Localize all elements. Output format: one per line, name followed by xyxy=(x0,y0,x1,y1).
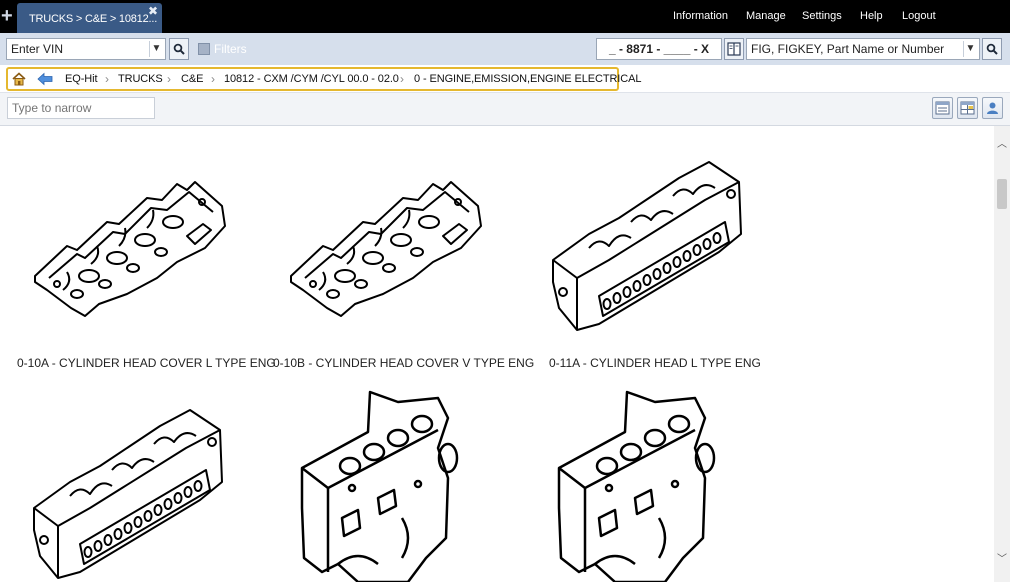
part-search-input[interactable]: FIG, FIGKEY, Part Name or Number ▼ xyxy=(746,38,980,60)
cylinder-head-drawing-icon xyxy=(552,161,742,331)
book-icon xyxy=(727,42,741,56)
breadcrumb-chevron-icon: › xyxy=(167,72,171,86)
list-view-button[interactable] xyxy=(932,97,953,119)
scroll-down-icon[interactable]: ﹀ xyxy=(997,555,1007,565)
chevron-down-icon[interactable]: ▼ xyxy=(963,41,977,57)
illustration-card[interactable] xyxy=(555,388,805,582)
engine-block-drawing-icon xyxy=(300,390,459,582)
engine-block-drawing-icon xyxy=(557,390,716,582)
search-icon xyxy=(986,43,998,55)
search-bar: Enter VIN ▼ Filters _ - 8871 - ____ - X … xyxy=(0,33,1010,65)
illustration-card[interactable] xyxy=(298,388,548,582)
illustration-card[interactable] xyxy=(30,404,280,582)
grid-view-icon xyxy=(960,101,975,115)
breadcrumb-chevron-icon: › xyxy=(400,72,404,86)
breadcrumb-item-trucks[interactable]: TRUCKS xyxy=(118,73,163,85)
vin-search-button[interactable] xyxy=(169,38,189,60)
cylinder-head-cover-drawing-icon xyxy=(290,181,482,317)
narrow-input[interactable] xyxy=(7,97,155,119)
tab-active[interactable]: TRUCKS > C&E > 10812... ✖ xyxy=(17,3,162,33)
illustration-label[interactable]: 0-11A - CYLINDER HEAD L TYPE ENG xyxy=(549,356,761,370)
breadcrumb-item-ce[interactable]: C&E xyxy=(181,73,203,85)
breadcrumb-item-model[interactable]: 10812 - CXM /CYM /CYL 00.0 - 02.0 xyxy=(224,73,399,85)
back-arrow-icon[interactable] xyxy=(37,72,53,86)
illustration-label[interactable]: 0-10B - CYLINDER HEAD COVER V TYPE ENG xyxy=(273,356,534,370)
model-code-input[interactable]: _ - 8871 - ____ - X xyxy=(596,38,722,60)
vin-input[interactable]: Enter VIN ▼ xyxy=(6,38,166,60)
illustration-card[interactable]: 0-10B - CYLINDER HEAD COVER V TYPE ENG xyxy=(273,166,534,370)
breadcrumb-row: EQ-Hit › TRUCKS › C&E › 10812 - CXM /CYM… xyxy=(0,65,1010,93)
breadcrumb: EQ-Hit › TRUCKS › C&E › 10812 - CXM /CYM… xyxy=(6,67,641,91)
breadcrumb-chevron-icon: › xyxy=(105,72,109,86)
cylinder-head-drawing-icon xyxy=(33,409,223,579)
vertical-scrollbar[interactable]: ︿ ﹀ xyxy=(994,126,1010,582)
part-search-button[interactable] xyxy=(982,38,1002,60)
nav-settings[interactable]: Settings xyxy=(802,10,842,22)
illustration-card[interactable]: 0-10A - CYLINDER HEAD COVER L TYPE ENG xyxy=(17,166,276,370)
scroll-thumb[interactable] xyxy=(997,179,1007,209)
close-tab-icon[interactable]: ✖ xyxy=(148,4,158,18)
top-bar: + TRUCKS > C&E > 10812... ✖ Information … xyxy=(0,0,1010,33)
illustration-card[interactable]: 0-11A - CYLINDER HEAD L TYPE ENG xyxy=(549,156,799,370)
breadcrumb-chevron-icon: › xyxy=(211,72,215,86)
filters-label[interactable]: Filters xyxy=(214,42,247,56)
vin-input-value: Enter VIN xyxy=(11,42,64,56)
nav-help[interactable]: Help xyxy=(860,10,883,22)
illustration-label[interactable]: 0-10A - CYLINDER HEAD COVER L TYPE ENG xyxy=(17,356,276,370)
home-icon[interactable] xyxy=(11,71,27,87)
tab-label: TRUCKS > C&E > 10812... xyxy=(29,13,158,25)
catalog-book-button[interactable] xyxy=(724,38,744,60)
breadcrumb-item-eq-hit[interactable]: EQ-Hit xyxy=(65,73,98,85)
illustration-grid: 0-10A - CYLINDER HEAD COVER L TYPE ENG 0… xyxy=(0,126,994,582)
breadcrumb-item-engine[interactable]: 0 - ENGINE,EMISSION,ENGINE ELECTRICAL xyxy=(414,73,641,85)
new-tab-plus-icon[interactable]: + xyxy=(1,5,13,27)
part-search-value: FIG, FIGKEY, Part Name or Number xyxy=(751,42,945,56)
chevron-down-icon[interactable]: ▼ xyxy=(149,41,163,57)
filters-checkbox[interactable] xyxy=(198,43,210,55)
list-view-icon xyxy=(935,101,950,115)
grid-view-button[interactable] xyxy=(957,97,978,119)
nav-information[interactable]: Information xyxy=(673,10,728,22)
nav-manage[interactable]: Manage xyxy=(746,10,786,22)
search-icon xyxy=(173,43,185,55)
nav-logout[interactable]: Logout xyxy=(902,10,936,22)
user-icon xyxy=(987,102,998,114)
filter-toolbar xyxy=(0,93,1010,126)
cylinder-head-cover-drawing-icon xyxy=(34,181,226,317)
scroll-up-icon[interactable]: ︿ xyxy=(997,140,1007,150)
user-view-button[interactable] xyxy=(982,97,1003,119)
